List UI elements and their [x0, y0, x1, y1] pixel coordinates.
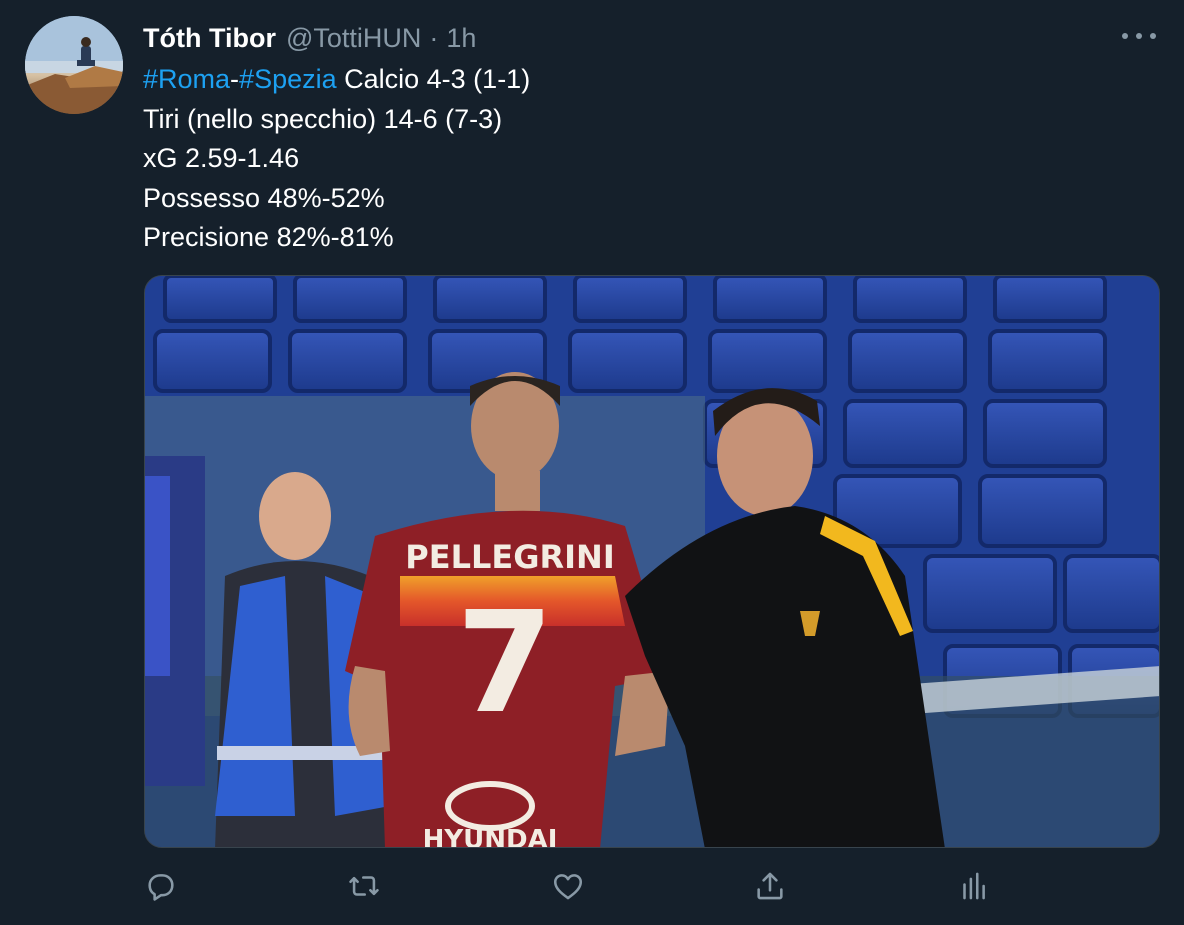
background-person-left [145, 456, 205, 786]
jersey-number: 7 [456, 582, 553, 745]
tweet-text: #Roma-#Spezia Calcio 4-3 (1-1) Tiri (nel… [143, 60, 1143, 258]
tweet-line-accuracy: Precisione 82%-81% [143, 222, 394, 252]
tweet-line-score: #Roma-#Spezia Calcio 4-3 (1-1) [143, 60, 1143, 100]
retweet-button[interactable] [341, 865, 387, 911]
reply-icon [144, 869, 178, 908]
tweet[interactable]: Tóth Tibor @TottiHUN · 1h #Roma-#Spezia … [0, 0, 1184, 925]
tweet-photo[interactable]: PELLEGRINI 7 HYUNDAI [144, 275, 1160, 848]
author-handle[interactable]: @TottiHUN [286, 23, 421, 54]
tweet-line-possession: Possesso 48%-52% [143, 182, 385, 213]
score-text: Calcio 4-3 (1-1) [336, 64, 531, 94]
tweet-line-shots: Tiri (nello specchio) 14-6 (7-3) [143, 103, 503, 134]
separator-dot: · [429, 22, 439, 53]
hashtag-roma[interactable]: #Roma [143, 64, 230, 94]
timestamp[interactable]: 1h [446, 23, 476, 54]
author-name[interactable]: Tóth Tibor [143, 23, 276, 54]
tweet-header: Tóth Tibor @TottiHUN · 1h [143, 18, 476, 58]
reply-button[interactable] [138, 865, 184, 911]
avatar[interactable] [25, 16, 123, 114]
analytics-icon [956, 869, 990, 908]
share-button[interactable] [747, 865, 793, 911]
hashtag-spezia[interactable]: #Spezia [239, 64, 337, 94]
heart-icon [551, 869, 585, 908]
jersey-name: PELLEGRINI [405, 538, 614, 576]
analytics-button[interactable] [950, 865, 996, 911]
hashtag-dash: - [230, 64, 240, 94]
like-button[interactable] [545, 865, 591, 911]
share-icon [753, 869, 787, 908]
more-options-icon[interactable] [1122, 26, 1156, 46]
sponsor-text: HYUNDAI [423, 825, 558, 848]
tweet-actions [0, 865, 1184, 911]
tweet-line-xg: xG 2.59-1.46 [143, 143, 300, 173]
retweet-icon [346, 869, 382, 908]
